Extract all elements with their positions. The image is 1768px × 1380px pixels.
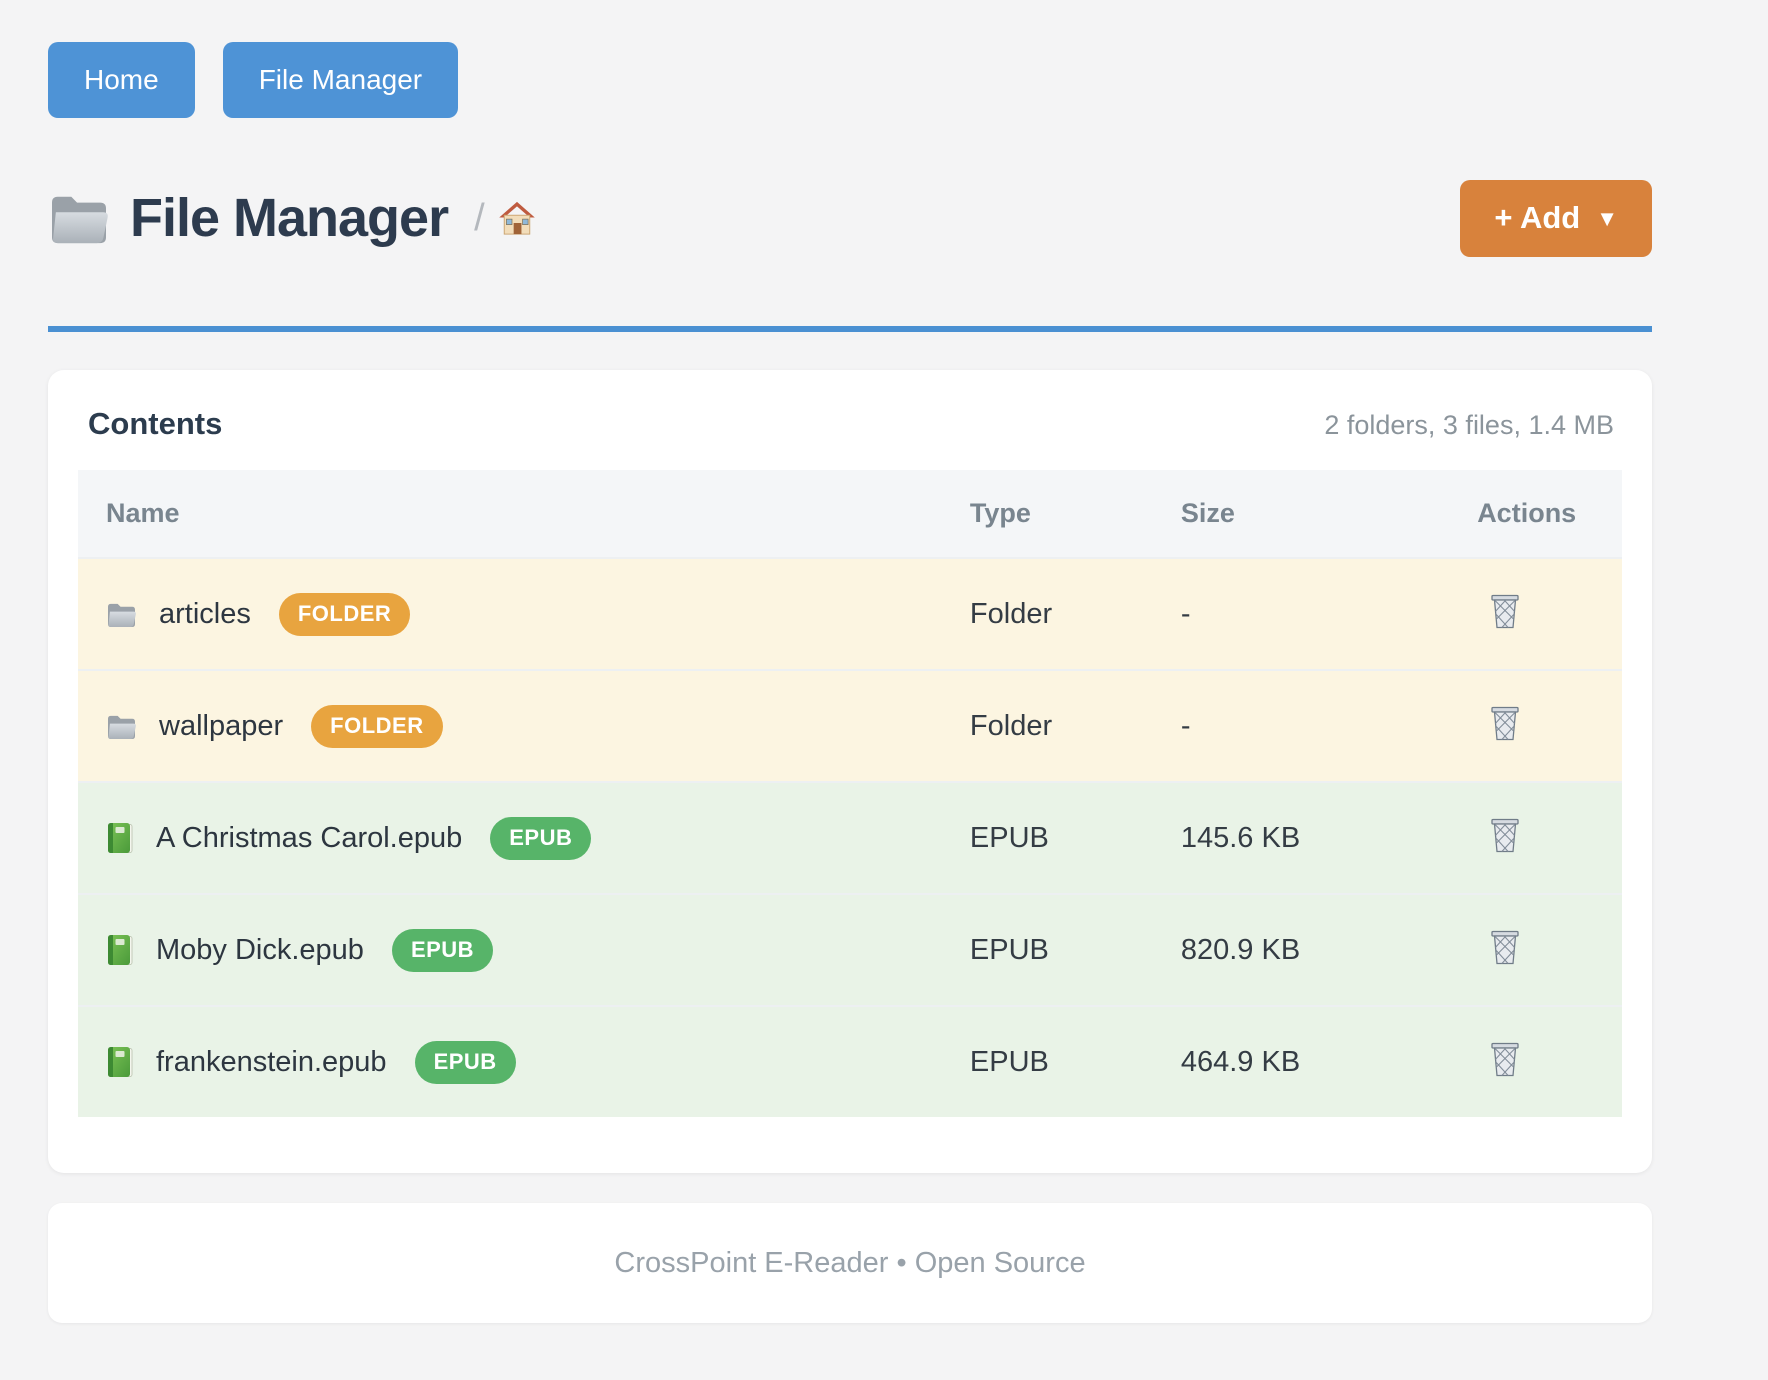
column-header-type: Type — [942, 470, 1153, 558]
file-name[interactable]: frankenstein.epub — [156, 1046, 387, 1079]
delete-button[interactable] — [1489, 928, 1521, 965]
title-group: File Manager / — [48, 187, 1460, 249]
file-size: - — [1153, 670, 1449, 782]
file-size: - — [1153, 558, 1449, 670]
file-name[interactable]: Moby Dick.epub — [156, 934, 364, 967]
trash-icon — [1489, 928, 1521, 965]
table-row: wallpaper FOLDER Folder - — [78, 670, 1622, 782]
contents-summary: 2 folders, 3 files, 1.4 MB — [1324, 410, 1614, 441]
file-manager-button[interactable]: File Manager — [223, 42, 458, 118]
file-name[interactable]: wallpaper — [159, 710, 283, 743]
contents-card: Contents 2 folders, 3 files, 1.4 MB Name… — [48, 370, 1652, 1173]
folder-icon — [48, 191, 110, 245]
file-type: EPUB — [942, 1006, 1153, 1117]
book-icon — [106, 1046, 134, 1078]
file-table: Name Type Size Actions articles FOLDER F… — [78, 470, 1622, 1117]
table-row: frankenstein.epub EPUB EPUB 464.9 KB — [78, 1006, 1622, 1117]
delete-button[interactable] — [1489, 704, 1521, 741]
footer: CrossPoint E-Reader • Open Source — [48, 1203, 1652, 1323]
type-badge: FOLDER — [311, 705, 442, 748]
add-button-label: + Add — [1494, 200, 1580, 236]
breadcrumb-separator: / — [474, 197, 485, 240]
page: Home File Manager File Manager / — [48, 0, 1652, 1323]
trash-icon — [1489, 592, 1521, 629]
file-size: 145.6 KB — [1153, 782, 1449, 894]
delete-button[interactable] — [1489, 1040, 1521, 1077]
add-button[interactable]: + Add ▼ — [1460, 180, 1652, 257]
trash-icon — [1489, 1040, 1521, 1077]
page-header: File Manager / + Add ▼ — [48, 176, 1652, 260]
book-icon — [106, 934, 134, 966]
table-row: articles FOLDER Folder - — [78, 558, 1622, 670]
type-badge: EPUB — [490, 817, 591, 860]
file-name[interactable]: A Christmas Carol.epub — [156, 822, 462, 855]
top-nav: Home File Manager — [48, 0, 1652, 118]
folder-icon — [106, 713, 137, 740]
delete-button[interactable] — [1489, 816, 1521, 853]
file-type: Folder — [942, 670, 1153, 782]
type-badge: EPUB — [392, 929, 493, 972]
footer-text: CrossPoint E-Reader • Open Source — [614, 1247, 1085, 1280]
file-size: 820.9 KB — [1153, 894, 1449, 1006]
table-row: Moby Dick.epub EPUB EPUB 820.9 KB — [78, 894, 1622, 1006]
page-title: File Manager — [130, 187, 448, 249]
file-type: EPUB — [942, 894, 1153, 1006]
column-header-actions: Actions — [1449, 470, 1622, 558]
column-header-name: Name — [78, 470, 942, 558]
card-head: Contents 2 folders, 3 files, 1.4 MB — [88, 406, 1614, 442]
trash-icon — [1489, 816, 1521, 853]
type-badge: FOLDER — [279, 593, 410, 636]
table-header-row: Name Type Size Actions — [78, 470, 1622, 558]
file-type: EPUB — [942, 782, 1153, 894]
house-icon[interactable] — [497, 198, 537, 238]
delete-button[interactable] — [1489, 592, 1521, 629]
column-header-size: Size — [1153, 470, 1449, 558]
caret-down-icon: ▼ — [1596, 206, 1618, 232]
trash-icon — [1489, 704, 1521, 741]
table-row: A Christmas Carol.epub EPUB EPUB 145.6 K… — [78, 782, 1622, 894]
file-size: 464.9 KB — [1153, 1006, 1449, 1117]
home-button[interactable]: Home — [48, 42, 195, 118]
file-name[interactable]: articles — [159, 598, 251, 631]
title-divider — [48, 326, 1652, 332]
file-type: Folder — [942, 558, 1153, 670]
type-badge: EPUB — [415, 1041, 516, 1084]
book-icon — [106, 822, 134, 854]
folder-icon — [106, 601, 137, 628]
contents-heading: Contents — [88, 406, 1324, 442]
